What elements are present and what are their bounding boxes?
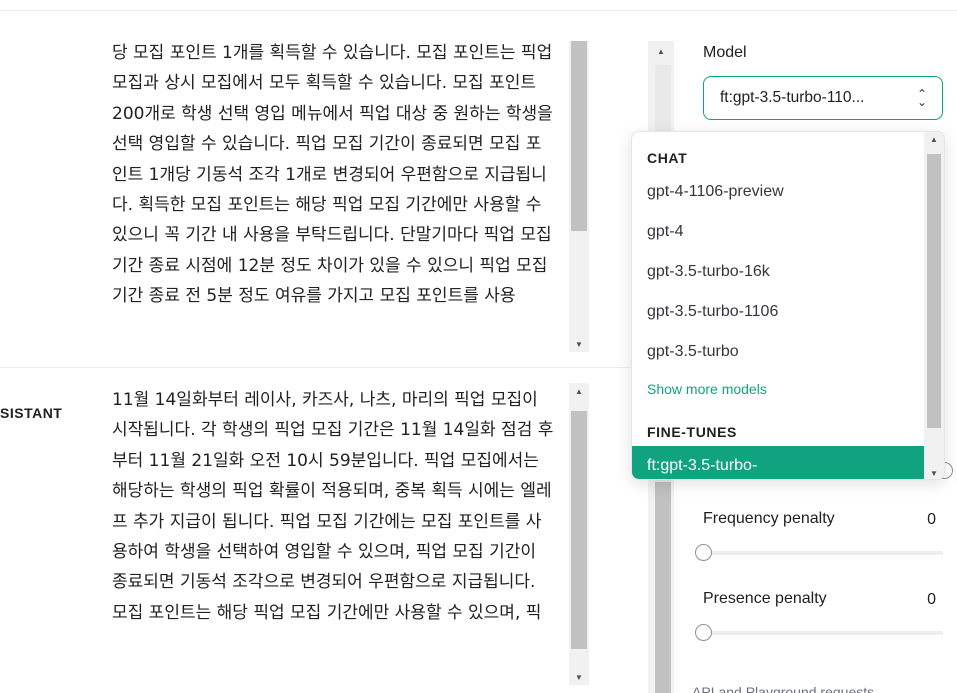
selected-model-label: ft:gpt-3.5-turbo-	[647, 457, 758, 474]
model-dropdown-menu[interactable]: CHAT gpt-4-1106-preview gpt-4 gpt-3.5-tu…	[631, 131, 945, 480]
frequency-penalty-value[interactable]: 0	[912, 511, 936, 529]
model-label: Model	[703, 44, 747, 61]
model-option[interactable]: gpt-4-1106-preview	[647, 183, 784, 201]
model-select-value: ft:gpt-3.5-turbo-110...	[720, 89, 865, 106]
model-option[interactable]: gpt-3.5-turbo-16k	[647, 263, 770, 281]
show-more-models-link[interactable]: Show more models	[647, 381, 767, 397]
scrollbar-thumb[interactable]	[571, 41, 587, 231]
dropdown-scrollbar[interactable]: ▲ ▼	[924, 132, 944, 479]
model-option[interactable]: gpt-3.5-turbo-1106	[647, 303, 778, 321]
scroll-down-icon[interactable]: ▼	[569, 669, 589, 685]
assistant-message-text[interactable]: 11월 14일화부터 레이사, 카즈사, 나츠, 마리의 픽업 모집이 시작됩니…	[112, 385, 556, 690]
frequency-penalty-label: Frequency penalty	[703, 510, 835, 527]
scroll-up-icon[interactable]: ▲	[648, 43, 674, 59]
chat-section-heading: CHAT	[647, 150, 688, 166]
frequency-penalty-knob[interactable]	[695, 544, 712, 561]
presence-penalty-slider[interactable]	[703, 631, 943, 635]
finetunes-section-heading: FINE-TUNES	[647, 424, 737, 440]
presence-penalty-knob[interactable]	[695, 624, 712, 641]
scrollbar-thumb[interactable]	[927, 154, 941, 428]
model-select[interactable]: ft:gpt-3.5-turbo-110... ⌃ ⌄	[703, 76, 943, 120]
top-divider	[0, 10, 957, 11]
message-divider	[0, 367, 655, 368]
scroll-down-icon[interactable]: ▼	[924, 469, 944, 478]
scrollbar-thumb[interactable]	[571, 411, 587, 649]
presence-penalty-value[interactable]: 0	[912, 591, 936, 609]
scroll-down-icon[interactable]: ▼	[569, 336, 589, 352]
message-scrollbar[interactable]: ▲ ▼	[569, 383, 589, 685]
assistant-role-label[interactable]: SISTANT	[0, 405, 62, 421]
chevron-up-down-icon: ⌃ ⌄	[916, 87, 928, 109]
model-option[interactable]: gpt-3.5-turbo	[647, 343, 739, 361]
user-message-text[interactable]: 당 모집 포인트 1개를 획득할 수 있습니다. 모집 포인트는 픽업 모집과 …	[112, 38, 556, 351]
message-scrollbar[interactable]: ▲ ▼	[569, 41, 589, 352]
scroll-up-icon[interactable]: ▲	[569, 383, 589, 399]
api-hint-text: API and Playground requests	[692, 684, 875, 693]
scrollbar-thumb[interactable]	[655, 482, 671, 693]
selected-model-option[interactable]: ft:gpt-3.5-turbo-	[632, 446, 924, 479]
frequency-penalty-slider[interactable]	[703, 551, 943, 555]
scroll-up-icon[interactable]: ▲	[924, 135, 944, 144]
model-option[interactable]: gpt-4	[647, 223, 683, 241]
presence-penalty-label: Presence penalty	[703, 590, 827, 607]
